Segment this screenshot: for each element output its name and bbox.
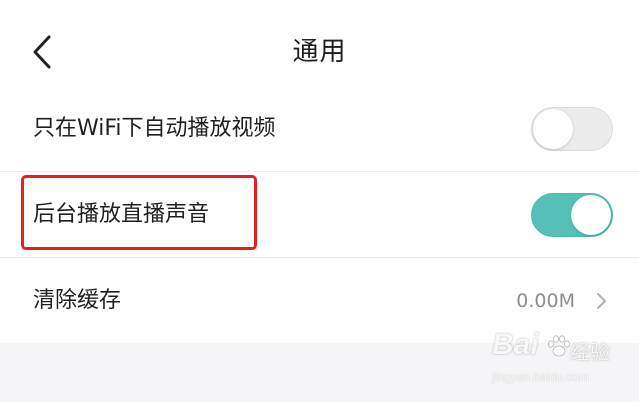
- setting-label-background-audio: 后台播放直播声音: [33, 202, 210, 227]
- setting-row-background-audio: 后台播放直播声音: [0, 172, 639, 258]
- setting-label-clear-cache: 清除缓存: [33, 288, 122, 313]
- cache-size-value: 0.00M: [516, 290, 575, 312]
- wifi-autoplay-toggle[interactable]: [531, 107, 613, 151]
- footer-gray-area: [0, 343, 639, 402]
- settings-screen: 通用 只在WiFi下自动播放视频 后台播放直播声音 清除缓存 0.00M Bai: [0, 0, 639, 402]
- setting-row-wifi-autoplay: 只在WiFi下自动播放视频: [0, 86, 639, 172]
- chevron-left-icon: [33, 35, 51, 69]
- chevron-right-icon: [597, 293, 606, 309]
- navigation-bar: 通用: [0, 0, 639, 90]
- setting-row-clear-cache[interactable]: 清除缓存 0.00M: [0, 258, 639, 344]
- back-button[interactable]: [22, 30, 62, 74]
- background-audio-toggle[interactable]: [531, 193, 613, 237]
- toggle-knob: [571, 195, 611, 235]
- setting-label-wifi-autoplay: 只在WiFi下自动播放视频: [33, 116, 276, 141]
- page-title: 通用: [292, 37, 347, 67]
- toggle-knob: [533, 109, 573, 149]
